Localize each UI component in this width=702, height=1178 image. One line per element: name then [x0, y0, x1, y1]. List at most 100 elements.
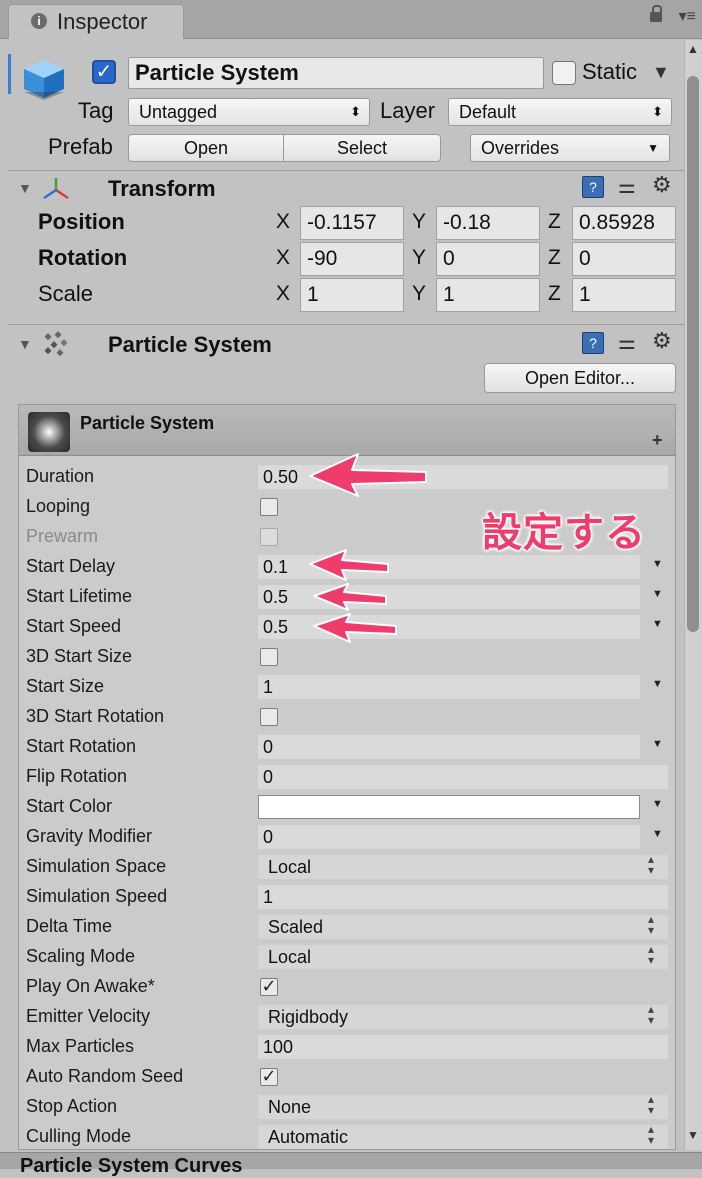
position-z-field[interactable]: 0.85928 — [572, 206, 676, 240]
rotation-x-field[interactable]: -90 — [300, 242, 404, 276]
start-rotation-field[interactable]: 0 — [258, 735, 640, 759]
start-color-swatch[interactable] — [258, 795, 640, 819]
property-row-auto-random-seed: Auto Random Seed ✓ — [26, 1062, 672, 1092]
simulation-speed-field[interactable]: 1 — [258, 885, 668, 909]
inspector-tab[interactable]: i Inspector — [8, 4, 184, 39]
add-module-plus-icon[interactable]: + — [652, 430, 663, 451]
property-row-start-rotation: Start Rotation 0 ▼ — [26, 732, 672, 762]
curve-mode-dropdown-icon[interactable]: ▼ — [652, 678, 663, 690]
help-book-icon[interactable]: ? — [582, 176, 604, 198]
scale-y-field[interactable]: 1 — [436, 278, 540, 312]
color-mode-dropdown-icon[interactable]: ▼ — [652, 798, 663, 810]
property-row-culling-mode: Culling Mode Automatic ▴ ▾ — [26, 1122, 672, 1152]
active-checkbox[interactable]: ✓ — [92, 60, 116, 84]
emitter-velocity-dropdown[interactable]: Rigidbody — [258, 1005, 668, 1029]
static-dropdown-icon[interactable]: ▼ — [652, 62, 670, 83]
axis-y-label: Y — [412, 246, 427, 269]
overrides-dropdown-label: Overrides — [481, 138, 560, 158]
curve-mode-dropdown-icon[interactable]: ▼ — [652, 558, 663, 570]
property-row-simulation-space: Simulation Space Local ▴ ▾ — [26, 852, 672, 882]
annotation-text: 設定する — [482, 511, 646, 555]
scroll-up-arrow-icon[interactable]: ▲ — [687, 42, 699, 56]
lock-icon[interactable] — [650, 5, 662, 22]
auto-random-seed-checkbox[interactable]: ✓ — [260, 1067, 278, 1086]
tag-dropdown-value: Untagged — [139, 102, 218, 122]
transform-title: Transform — [108, 176, 216, 201]
axis-y-label: Y — [412, 282, 427, 305]
scale-z-field[interactable]: 1 — [572, 278, 676, 312]
annotation-arrow-icon — [313, 613, 397, 643]
settings-gear-icon[interactable]: ⚙ — [652, 172, 672, 198]
preset-sliders-icon[interactable]: ⚌ — [618, 174, 636, 199]
delta-time-dropdown[interactable]: Scaled — [258, 915, 668, 939]
gravity-modifier-field[interactable]: 0 — [258, 825, 640, 849]
property-label: Emitter Velocity — [26, 1006, 151, 1026]
scaling-mode-dropdown[interactable]: Local — [258, 945, 668, 969]
curve-mode-dropdown-icon[interactable]: ▼ — [652, 588, 663, 600]
curve-mode-dropdown-icon[interactable]: ▼ — [652, 738, 663, 750]
updown-arrows-icon: ▴ ▾ — [648, 942, 655, 967]
particle-preview-icon — [28, 412, 70, 452]
annotation-arrows — [309, 453, 427, 643]
overrides-dropdown[interactable]: Overrides ▼ — [470, 134, 670, 162]
divider — [8, 170, 684, 171]
position-x-field[interactable]: -0.1157 — [300, 206, 404, 240]
curve-mode-dropdown-icon[interactable]: ▼ — [652, 828, 663, 840]
property-row-simulation-speed: Simulation Speed 1 — [26, 882, 672, 912]
axis-z-label: Z — [548, 210, 561, 233]
property-label: Gravity Modifier — [26, 826, 153, 846]
property-label: Auto Random Seed — [26, 1066, 184, 1086]
start-size-field[interactable]: 1 — [258, 675, 640, 699]
property-label: Play On Awake* — [26, 976, 155, 996]
rotation-y-field[interactable]: 0 — [436, 242, 540, 276]
updown-arrows-icon: ▴ ▾ — [648, 1002, 655, 1027]
property-label: Prewarm — [26, 526, 99, 546]
help-book-icon[interactable]: ? — [582, 332, 604, 354]
rotation-z-field[interactable]: 0 — [572, 242, 676, 276]
object-name-field[interactable]: Particle System — [128, 57, 544, 89]
layer-dropdown[interactable]: Default ⬍ — [448, 98, 672, 126]
prefab-open-button[interactable]: Open — [128, 134, 284, 162]
transform-label-position: Position — [38, 209, 125, 234]
settings-gear-icon[interactable]: ⚙ — [652, 328, 672, 354]
scroll-down-arrow-icon[interactable]: ▼ — [687, 1128, 699, 1142]
prewarm-checkbox[interactable] — [260, 528, 278, 546]
foldout-arrow-icon[interactable]: ▼ — [18, 180, 32, 196]
prefab-select-button[interactable]: Select — [283, 134, 441, 162]
tag-label: Tag — [78, 98, 114, 123]
tab-menu-icon[interactable]: ▾≡ — [679, 6, 696, 26]
scale-x-field[interactable]: 1 — [300, 278, 404, 312]
max-particles-field[interactable]: 100 — [258, 1035, 668, 1059]
annotation-arrow-icon — [309, 453, 427, 497]
updown-arrows-icon: ⬍ — [652, 104, 663, 119]
property-row-emitter-velocity: Emitter Velocity Rigidbody ▴ ▾ — [26, 1002, 672, 1032]
tag-dropdown[interactable]: Untagged ⬍ — [128, 98, 370, 126]
preset-sliders-icon[interactable]: ⚌ — [618, 330, 636, 355]
stop-action-dropdown[interactable]: None — [258, 1095, 668, 1119]
annotation-arrow-icon — [309, 549, 389, 581]
static-label: Static — [582, 59, 638, 84]
3d-start-size-checkbox[interactable] — [260, 648, 278, 666]
curve-mode-dropdown-icon[interactable]: ▼ — [652, 618, 663, 630]
simulation-space-dropdown[interactable]: Local — [258, 855, 668, 879]
updown-arrows-icon: ▴ ▾ — [648, 852, 655, 877]
flip-rotation-field[interactable]: 0 — [258, 765, 668, 789]
property-row-flip-rotation: Flip Rotation 0 — [26, 762, 672, 792]
property-label: Looping — [26, 496, 91, 516]
foldout-arrow-icon[interactable]: ▼ — [18, 336, 32, 352]
position-y-field[interactable]: -0.18 — [436, 206, 540, 240]
layer-dropdown-value: Default — [459, 102, 517, 122]
scrollbar-thumb[interactable] — [687, 76, 699, 632]
info-icon: i — [31, 13, 47, 29]
3d-start-rotation-checkbox[interactable] — [260, 708, 278, 726]
open-editor-button[interactable]: Open Editor... — [484, 363, 676, 393]
property-label: Simulation Space — [26, 856, 167, 876]
looping-checkbox[interactable] — [260, 498, 278, 516]
transform-label-rotation: Rotation — [38, 245, 128, 270]
static-checkbox[interactable] — [552, 61, 576, 85]
culling-mode-dropdown[interactable]: Automatic — [258, 1125, 668, 1149]
particle-system-curves-header[interactable]: Particle System Curves — [0, 1152, 702, 1177]
property-label: Start Color — [26, 796, 113, 816]
play-on-awake-checkbox[interactable]: ✓ — [260, 977, 278, 996]
axis-x-label: X — [276, 282, 291, 305]
